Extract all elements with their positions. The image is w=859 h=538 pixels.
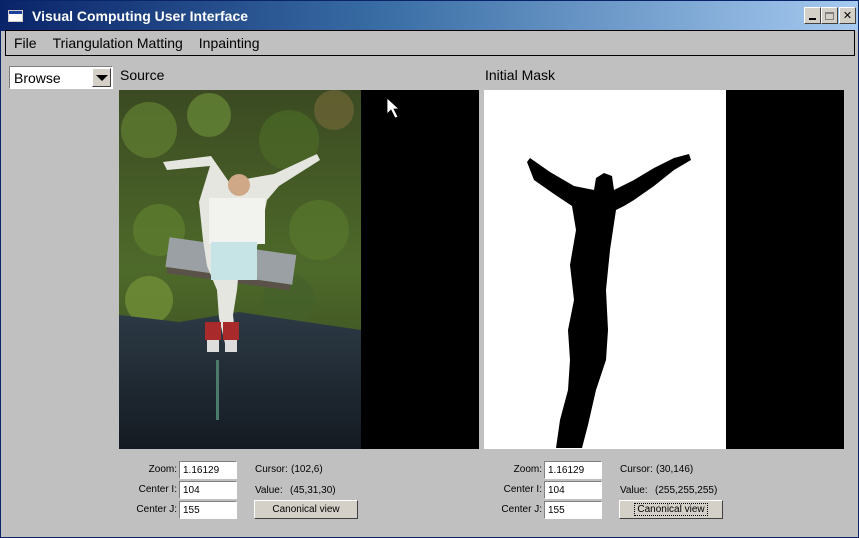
mask-cursor-label: Cursor: [620, 464, 653, 475]
menu-inpainting[interactable]: Inpainting [191, 35, 268, 51]
source-zoom-label: Zoom: [148, 464, 177, 475]
mask-canonical-view-label: Canonical view [634, 503, 708, 516]
mask-image-canvas[interactable] [484, 90, 844, 449]
menu-bar: File Triangulation Matting Inpainting [5, 30, 855, 56]
source-canonical-view-button[interactable]: Canonical view [254, 500, 358, 519]
mask-zoom-label: Zoom: [513, 464, 542, 475]
mask-pixel-value: (255,255,255) [655, 485, 718, 496]
mode-select-value: Browse [14, 70, 61, 86]
title-bar[interactable]: Visual Computing User Interface ✕ [1, 1, 858, 31]
source-image-canvas[interactable] [119, 90, 479, 449]
source-cursor-label: Cursor: [255, 464, 288, 475]
source-zoom-input[interactable] [179, 461, 237, 479]
dropdown-arrow-icon[interactable] [92, 68, 111, 87]
mask-pane-title: Initial Mask [485, 67, 556, 83]
maximize-button[interactable] [821, 7, 838, 24]
source-cursor-value: (102,6) [291, 464, 323, 475]
app-window-icon [8, 10, 23, 22]
source-pixel-value: (45,31,30) [290, 485, 336, 496]
mask-cursor-value: (30,146) [656, 464, 694, 475]
source-pane-title: Source [120, 67, 165, 83]
source-photo [119, 90, 479, 449]
mask-zoom-input[interactable] [544, 461, 602, 479]
minimize-button[interactable] [804, 7, 821, 24]
close-icon: ✕ [842, 10, 853, 22]
mask-center-j-label: Center J: [501, 504, 542, 515]
mask-center-i-label: Center I: [503, 484, 542, 495]
mode-select[interactable]: Browse [9, 66, 113, 89]
minimize-icon [809, 18, 816, 20]
source-canonical-view-label: Canonical view [272, 504, 340, 515]
maximize-icon [825, 11, 834, 20]
source-center-j-label: Center J: [136, 504, 177, 515]
mask-center-i-input[interactable] [544, 481, 602, 499]
app-window: Visual Computing User Interface ✕ File T… [0, 0, 859, 538]
menu-file[interactable]: File [6, 35, 45, 51]
source-center-j-input[interactable] [179, 501, 237, 519]
window-title: Visual Computing User Interface [32, 8, 249, 24]
mask-canonical-view-button[interactable]: Canonical view [619, 500, 723, 519]
source-value-label: Value: [255, 485, 283, 496]
mask-value-label: Value: [620, 485, 648, 496]
source-center-i-input[interactable] [179, 481, 237, 499]
mask-center-j-input[interactable] [544, 501, 602, 519]
source-center-i-label: Center I: [138, 484, 177, 495]
menu-triangulation-matting[interactable]: Triangulation Matting [45, 35, 191, 51]
mask-image [484, 90, 844, 449]
close-button[interactable]: ✕ [839, 7, 856, 24]
